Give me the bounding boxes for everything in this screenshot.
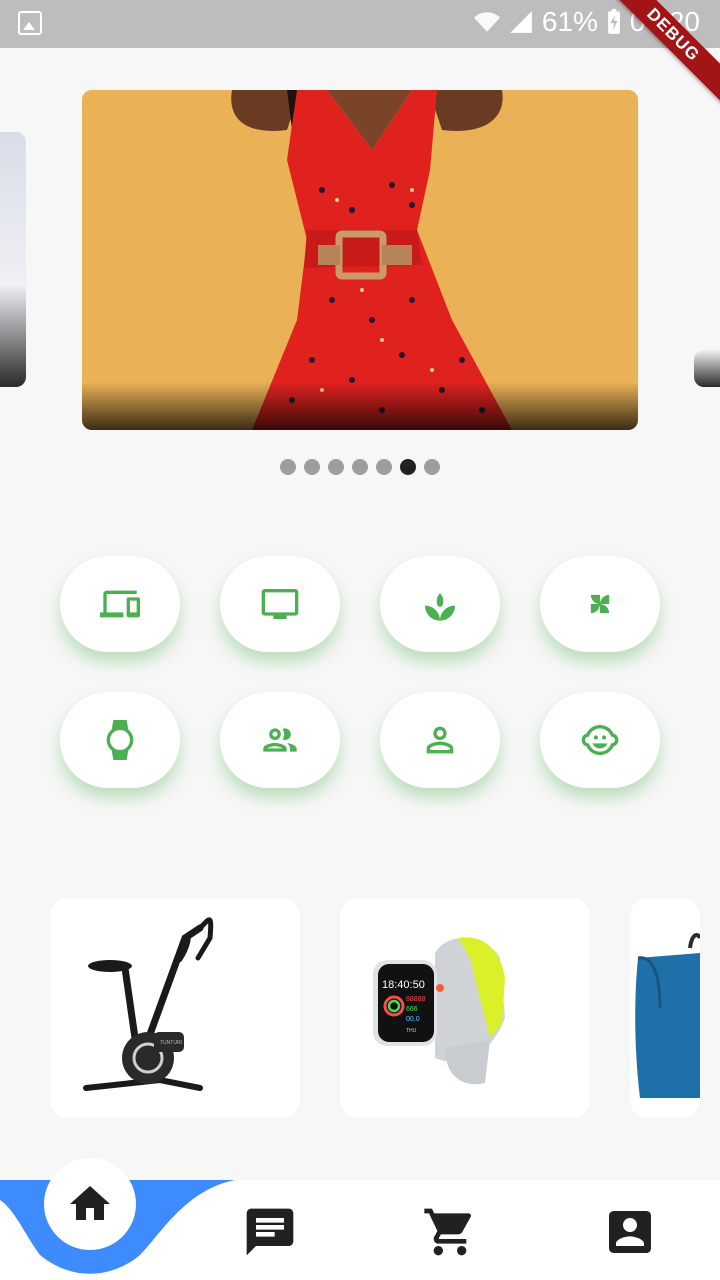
signal-icon: [510, 11, 532, 33]
baby-face-icon: [581, 725, 619, 755]
handbag-image: [635, 933, 700, 1098]
carousel-dot[interactable]: [376, 459, 392, 475]
home-icon: [70, 1186, 110, 1220]
product-card-handbag[interactable]: [630, 898, 700, 1118]
banner-image: [82, 90, 638, 430]
product-carousel[interactable]: TUNTURI 18:40:50 88888 666 00.0 THU: [50, 898, 700, 1118]
watch-time-text: 18:40:50: [382, 979, 425, 991]
chat-icon: [246, 1208, 294, 1256]
category-grid: [60, 556, 660, 788]
nav-cart-button[interactable]: [422, 1204, 478, 1260]
carousel-dot-active[interactable]: [400, 459, 416, 475]
category-monitor-button[interactable]: [220, 556, 340, 652]
carousel-next-slide[interactable]: [694, 350, 720, 387]
bottom-navigation-bar: [0, 1158, 720, 1280]
watch-dist-text: 00.0: [406, 1016, 420, 1023]
banner-carousel[interactable]: [0, 90, 720, 430]
nav-home-button[interactable]: [44, 1158, 136, 1250]
watch-steps-text: 88888: [406, 996, 426, 1003]
status-bar: 61% 07:20: [0, 0, 720, 48]
plant-icon: [425, 593, 455, 621]
carousel-dot[interactable]: [328, 459, 344, 475]
banner-gradient: [82, 382, 638, 430]
fan-icon: [590, 594, 610, 614]
account-icon: [609, 1211, 651, 1253]
banner-slide[interactable]: [82, 90, 638, 430]
gallery-icon: [18, 11, 42, 35]
battery-charging-icon: [608, 9, 620, 34]
carousel-indicator: [0, 459, 720, 475]
carousel-dot[interactable]: [424, 459, 440, 475]
category-watch-button[interactable]: [60, 692, 180, 788]
carousel-prev-slide[interactable]: [0, 132, 26, 387]
svg-text:TUNTURI: TUNTURI: [160, 1040, 182, 1046]
watch-cal-text: 666: [406, 1006, 418, 1013]
monitor-icon: [261, 589, 299, 619]
cart-icon: [424, 1208, 472, 1256]
product-card-smartwatch[interactable]: 18:40:50 88888 666 00.0 THU: [340, 898, 590, 1118]
category-baby-button[interactable]: [540, 692, 660, 788]
people-icon: [263, 728, 297, 752]
watch-day-text: THU: [406, 1028, 417, 1034]
smartwatch-image: 18:40:50 88888 666 00.0 THU: [373, 937, 505, 1085]
carousel-dot[interactable]: [352, 459, 368, 475]
app-screen: 61% 07:20 DEBUG: [0, 0, 720, 1280]
devices-icon: [100, 590, 140, 618]
category-devices-button[interactable]: [60, 556, 180, 652]
carousel-dot[interactable]: [304, 459, 320, 475]
category-people-button[interactable]: [220, 692, 340, 788]
category-fan-button[interactable]: [540, 556, 660, 652]
battery-percent: 61%: [541, 6, 598, 37]
person-icon: [426, 726, 454, 754]
product-card-exercise-bike[interactable]: TUNTURI: [50, 898, 300, 1118]
watch-icon: [106, 720, 134, 760]
nav-account-button[interactable]: [602, 1204, 658, 1260]
category-plant-button[interactable]: [380, 556, 500, 652]
exercise-bike-image: TUNTURI: [83, 917, 214, 1091]
nav-chat-button[interactable]: [242, 1204, 298, 1260]
category-person-button[interactable]: [380, 692, 500, 788]
carousel-dot[interactable]: [280, 459, 296, 475]
wifi-icon: [473, 12, 500, 32]
